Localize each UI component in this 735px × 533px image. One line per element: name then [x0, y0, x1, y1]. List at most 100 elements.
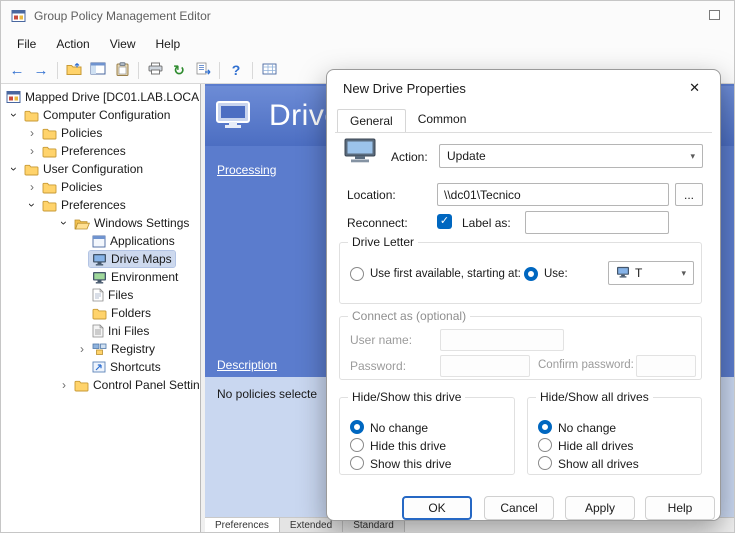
help-button[interactable]: Help	[645, 496, 715, 520]
up-one-level-button[interactable]	[62, 59, 86, 81]
ok-button[interactable]: OK	[402, 496, 472, 520]
chevron-down-icon[interactable]: ›	[8, 108, 20, 122]
processing-sort-link[interactable]: Processing	[217, 163, 276, 177]
back-button[interactable]: ←	[5, 59, 29, 81]
tree-item-files[interactable]: Files	[1, 286, 200, 304]
use-first-available-radio[interactable]	[350, 267, 364, 281]
print-button[interactable]	[143, 59, 167, 81]
chevron-down-icon[interactable]: ›	[8, 162, 20, 176]
chevron-right-icon[interactable]: ›	[57, 379, 71, 391]
chevron-right-icon[interactable]: ›	[75, 343, 89, 355]
ini-files-icon	[92, 324, 104, 338]
open-folder-icon	[74, 217, 90, 230]
tree-item-computer-configuration[interactable]: › Computer Configuration	[1, 106, 200, 124]
show-all-drives-radio[interactable]	[538, 456, 552, 470]
drive-letter-dropdown[interactable]: T ▾	[608, 261, 694, 285]
tree-item-label: Control Panel Setting	[93, 378, 201, 392]
dialog-tabs: General Common	[337, 108, 478, 132]
menu-action[interactable]: Action	[46, 34, 99, 54]
tree-item-user-preferences[interactable]: › Preferences	[1, 196, 200, 214]
clipboard-icon	[116, 62, 129, 79]
properties-button[interactable]	[110, 59, 134, 81]
location-input[interactable]	[437, 183, 669, 206]
forward-icon: →	[34, 63, 49, 78]
folder-icon	[42, 199, 57, 212]
action-dropdown[interactable]: Update ▾	[439, 144, 703, 168]
hide-this-drive-label: Hide this drive	[370, 439, 446, 453]
label-as-input[interactable]	[525, 211, 669, 234]
tree-item-user-policies[interactable]: › Policies	[1, 178, 200, 196]
hide-all-drives-radio[interactable]	[538, 438, 552, 452]
files-icon	[92, 288, 104, 302]
tree-item-registry[interactable]: › Registry	[1, 340, 200, 358]
maximize-button[interactable]	[709, 10, 720, 20]
help-button[interactable]: ?	[224, 59, 248, 81]
tree-item-mapped-drive-root[interactable]: Mapped Drive [DC01.LAB.LOCA	[1, 88, 200, 106]
tree-item-windows-settings[interactable]: › Windows Settings	[1, 214, 200, 232]
forward-button[interactable]: →	[29, 59, 53, 81]
tree-item-label: Folders	[111, 306, 151, 320]
reconnect-checkbox[interactable]: ✓	[437, 214, 452, 229]
applications-icon	[92, 235, 106, 248]
tree-item-control-panel-settings[interactable]: › Control Panel Setting	[1, 376, 200, 394]
tree-item-label: Ini Files	[108, 324, 149, 338]
printer-icon	[148, 62, 163, 78]
export-list-button[interactable]	[191, 59, 215, 81]
this-no-change-radio[interactable]	[350, 420, 364, 434]
tree-item-label: Preferences	[61, 144, 126, 158]
tree-item-shortcuts[interactable]: Shortcuts	[1, 358, 200, 376]
chevron-right-icon[interactable]: ›	[25, 145, 39, 157]
show-this-drive-radio[interactable]	[350, 456, 364, 470]
browse-button[interactable]: ...	[675, 183, 703, 206]
chevron-right-icon[interactable]: ›	[25, 127, 39, 139]
tree-item-applications[interactable]: Applications	[1, 232, 200, 250]
no-policies-text: No policies selecte	[217, 387, 317, 401]
tab-preferences[interactable]: Preferences	[205, 518, 280, 532]
table-icon	[262, 63, 277, 78]
description-sort-link[interactable]: Description	[217, 358, 277, 372]
user-name-label: User name:	[350, 333, 412, 347]
chevron-right-icon[interactable]: ›	[25, 181, 39, 193]
close-icon[interactable]: ✕	[685, 78, 704, 98]
hide-show-all-drives-group: Hide/Show all drives No change Hide all …	[527, 397, 702, 475]
refresh-button[interactable]: ↻	[167, 59, 191, 81]
back-icon: ←	[10, 63, 25, 78]
tree-item-label: Preferences	[61, 198, 126, 212]
menu-view[interactable]: View	[100, 34, 146, 54]
drive-header-icon	[215, 100, 255, 133]
menu-help[interactable]: Help	[146, 34, 191, 54]
chevron-down-icon[interactable]: ›	[26, 198, 38, 212]
folder-icon	[24, 163, 39, 176]
tree-item-computer-preferences[interactable]: › Preferences	[1, 142, 200, 160]
hide-show-this-drive-label: Hide/Show this drive	[348, 390, 465, 404]
use-radio[interactable]	[524, 267, 538, 281]
tree-item-ini-files[interactable]: Ini Files	[1, 322, 200, 340]
tree-item-computer-policies[interactable]: › Policies	[1, 124, 200, 142]
drive-letter-value: T	[635, 266, 642, 280]
drive-action-icon	[343, 138, 379, 167]
apply-button[interactable]: Apply	[565, 496, 635, 520]
hide-this-drive-radio[interactable]	[350, 438, 364, 452]
folder-up-icon	[66, 62, 82, 79]
all-no-change-radio[interactable]	[538, 420, 552, 434]
tree-item-environment[interactable]: Environment	[1, 268, 200, 286]
menu-file[interactable]: File	[7, 34, 46, 54]
menubar: File Action View Help	[1, 31, 734, 57]
cancel-button[interactable]: Cancel	[484, 496, 554, 520]
tree-item-label: Mapped Drive [DC01.LAB.LOCA	[25, 90, 199, 104]
list-view-button[interactable]	[257, 59, 281, 81]
show-console-tree-button[interactable]	[86, 59, 110, 81]
tree-item-folders[interactable]: Folders	[1, 304, 200, 322]
chevron-down-icon[interactable]: ›	[58, 216, 70, 230]
tab-general[interactable]: General	[337, 109, 406, 133]
connect-as-group: Connect as (optional) User name: Passwor…	[339, 316, 702, 380]
use-label: Use:	[544, 268, 568, 280]
tree-item-drive-maps[interactable]: Drive Maps	[1, 250, 200, 268]
hide-show-this-drive-group: Hide/Show this drive No change Hide this…	[339, 397, 515, 475]
tree-item-user-configuration[interactable]: › User Configuration	[1, 160, 200, 178]
chevron-down-icon: ▾	[690, 151, 695, 162]
action-label: Action:	[391, 150, 428, 164]
user-name-input	[440, 329, 564, 351]
password-label: Password:	[350, 359, 406, 373]
tab-common[interactable]: Common	[406, 108, 479, 132]
